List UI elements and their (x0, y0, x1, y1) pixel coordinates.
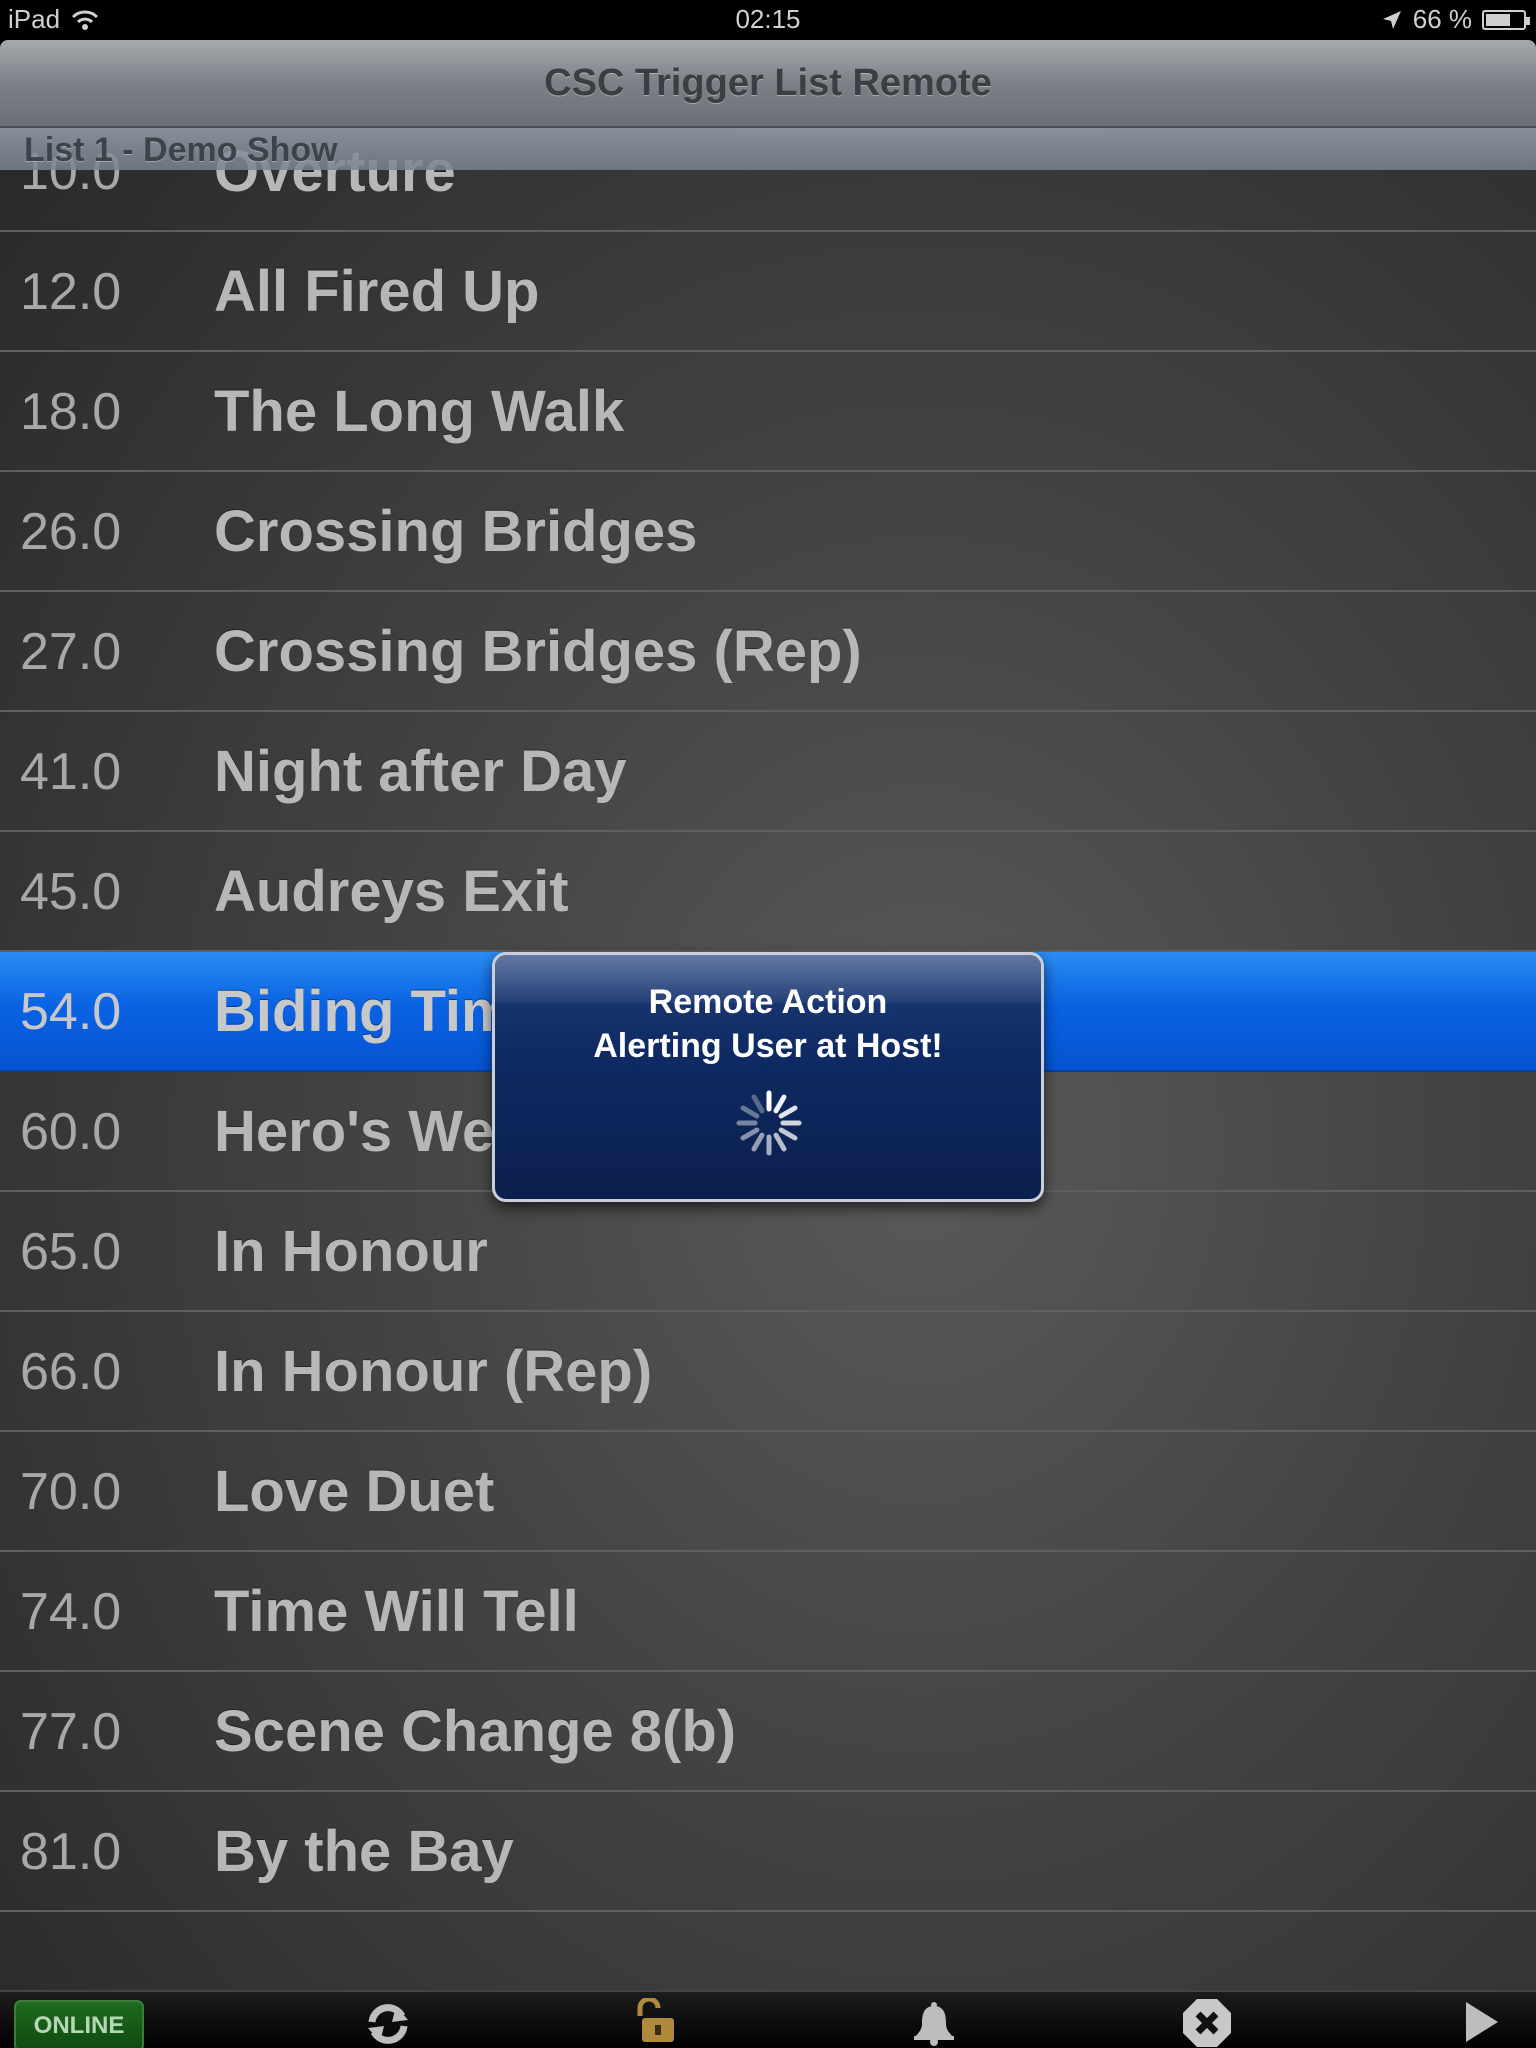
cue-row[interactable]: 70.0 Love Duet (0, 1432, 1536, 1552)
cue-title: Love Duet (214, 1459, 495, 1524)
alert-message: Alerting User at Host! (593, 1027, 943, 1065)
cue-number: 12.0 (20, 263, 122, 321)
cue-title: Scene Change 8(b) (214, 1699, 737, 1764)
refresh-icon[interactable] (364, 2002, 412, 2046)
cue-title: Crossing Bridges (Rep) (214, 619, 862, 684)
cue-number: 26.0 (20, 503, 122, 561)
cue-title: In Honour (214, 1219, 488, 1284)
cue-title: The Long Walk (214, 379, 625, 444)
activity-spinner-icon (736, 1090, 802, 1156)
cue-row[interactable]: 81.0 By the Bay (0, 1792, 1536, 1912)
cue-row[interactable]: 65.0 In Honour (0, 1192, 1536, 1312)
cue-number: 70.0 (20, 1463, 122, 1521)
cue-title: By the Bay (214, 1819, 514, 1884)
cue-number: 45.0 (20, 863, 122, 921)
cue-number: 66.0 (20, 1343, 122, 1401)
cue-row[interactable]: 41.0 Night after Day (0, 712, 1536, 832)
section-header: List 1 - Demo Show (0, 128, 1536, 170)
cue-title: Audreys Exit (214, 859, 569, 924)
cue-number: 27.0 (20, 623, 122, 681)
cue-number: 18.0 (20, 383, 122, 441)
online-button[interactable]: ONLINE (14, 2000, 144, 2048)
status-bar: iPad 02:15 66 % (0, 0, 1536, 40)
cue-row[interactable]: 18.0 The Long Walk (0, 352, 1536, 472)
cue-number: 41.0 (20, 743, 122, 801)
bottom-toolbar: ONLINE (0, 1990, 1536, 2048)
play-icon[interactable] (1464, 2000, 1500, 2044)
app-window: CSC Trigger List Remote List 1 - Demo Sh… (0, 40, 1536, 2048)
cue-row[interactable]: 27.0 Crossing Bridges (Rep) (0, 592, 1536, 712)
cue-row[interactable]: 45.0 Audreys Exit (0, 832, 1536, 952)
cue-row[interactable]: 74.0 Time Will Tell (0, 1552, 1536, 1672)
cue-title: All Fired Up (214, 259, 540, 324)
cue-number: 77.0 (20, 1703, 122, 1761)
location-arrow-icon (1382, 10, 1401, 29)
cue-title: Crossing Bridges (214, 499, 698, 564)
cue-title: Time Will Tell (214, 1579, 579, 1644)
cue-row[interactable]: 26.0 Crossing Bridges (0, 472, 1536, 592)
unlocked-padlock-icon[interactable] (634, 1998, 678, 2044)
cue-title: Night after Day (214, 739, 627, 804)
cue-number: 65.0 (20, 1223, 122, 1281)
status-time: 02:15 (735, 4, 801, 34)
battery-icon (1482, 9, 1530, 30)
stop-close-icon[interactable] (1182, 1998, 1232, 2048)
cue-row[interactable]: 77.0 Scene Change 8(b) (0, 1672, 1536, 1792)
cue-row[interactable]: 66.0 In Honour (Rep) (0, 1312, 1536, 1432)
remote-action-alert: Remote Action Alerting User at Host! (492, 952, 1044, 1202)
cue-number: 81.0 (20, 1823, 122, 1881)
cue-number: 54.0 (20, 983, 122, 1041)
cue-title: In Honour (Rep) (214, 1339, 653, 1404)
bell-icon[interactable] (912, 2000, 956, 2046)
cue-row[interactable]: 12.0 All Fired Up (0, 232, 1536, 352)
cue-number: 60.0 (20, 1103, 122, 1161)
cue-number: 74.0 (20, 1583, 122, 1641)
battery-percent: 66 % (1412, 4, 1472, 34)
alert-title: Remote Action (648, 983, 888, 1021)
